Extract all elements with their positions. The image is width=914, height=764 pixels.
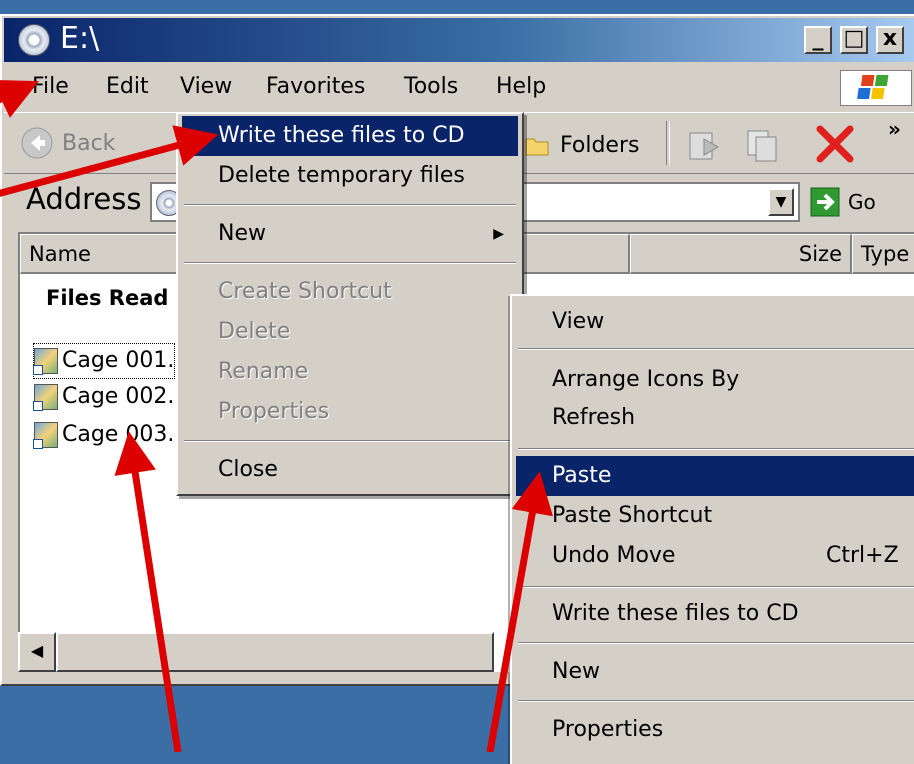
menu-help[interactable]: Help: [496, 74, 546, 99]
context-menu-arrange-icons[interactable]: Arrange Icons By: [516, 360, 914, 400]
go-arrow-icon: [810, 187, 840, 217]
image-file-icon: [33, 348, 58, 375]
maximize-button[interactable]: □: [840, 26, 868, 54]
file-item[interactable]: Cage 003.: [33, 418, 175, 452]
back-arrow-icon: [21, 127, 53, 159]
menu-edit[interactable]: Edit: [106, 74, 149, 99]
file-menu-dropdown: Write these files to CD Delete temporary…: [176, 112, 524, 496]
file-item[interactable]: Cage 001.: [32, 343, 176, 379]
move-to-button[interactable]: [684, 125, 724, 171]
menu-favorites[interactable]: Favorites: [266, 74, 365, 99]
group-header-files-ready: Files Read: [46, 286, 169, 310]
file-menu-properties: Properties: [218, 399, 330, 424]
menu-separator: [518, 642, 914, 644]
menu-separator: [518, 586, 914, 588]
context-menu-properties[interactable]: Properties: [516, 710, 914, 750]
folders-label: Folders: [560, 132, 640, 158]
horizontal-scrollbar[interactable]: ◀: [18, 632, 494, 672]
copy-to-button[interactable]: [744, 125, 784, 171]
submenu-arrow-icon: ▶: [493, 226, 504, 242]
go-label: Go: [848, 190, 876, 214]
menu-separator: [184, 440, 516, 442]
move-to-icon: [689, 132, 720, 160]
delete-button[interactable]: [812, 121, 858, 173]
file-menu-rename: Rename: [218, 359, 309, 384]
folders-button[interactable]: Folders: [524, 125, 639, 165]
menu-tools[interactable]: Tools: [404, 74, 458, 99]
menu-separator: [518, 448, 914, 450]
scroll-thumb[interactable]: [56, 632, 494, 672]
undo-shortcut-label: Ctrl+Z: [826, 543, 899, 568]
menu-view[interactable]: View: [180, 74, 232, 99]
context-menu-new[interactable]: New: [516, 652, 914, 692]
back-label: Back: [62, 130, 116, 156]
window-title: E:\: [60, 21, 100, 56]
close-window-button[interactable]: x: [876, 26, 904, 54]
go-button[interactable]: Go: [810, 184, 876, 220]
address-label: Address: [26, 182, 142, 216]
maximize-icon: □: [843, 26, 865, 51]
menu-separator: [184, 204, 516, 206]
file-name: Cage 001.: [62, 348, 175, 373]
menu-separator: [184, 262, 516, 264]
back-button[interactable]: Back: [20, 123, 115, 163]
address-dropdown-button[interactable]: ▼: [768, 188, 794, 216]
menu-file[interactable]: File: [32, 74, 69, 99]
delete-x-icon: [816, 125, 854, 163]
toolbar-separator: [666, 121, 670, 165]
column-header-type[interactable]: Type: [852, 234, 914, 274]
context-menu: View Arrange Icons By Refresh Paste Past…: [510, 294, 914, 764]
file-menu-write-to-cd[interactable]: Write these files to CD: [182, 116, 518, 156]
context-menu-paste[interactable]: Paste: [516, 456, 914, 496]
toolbar-chevron-button[interactable]: »: [888, 117, 901, 141]
windows-logo-icon: [840, 70, 912, 106]
close-icon: x: [882, 26, 898, 51]
title-bar[interactable]: E:\ _ □ x: [4, 18, 914, 62]
context-menu-paste-shortcut[interactable]: Paste Shortcut: [516, 496, 914, 536]
image-file-icon: [33, 422, 58, 449]
file-menu-delete: Delete: [218, 319, 291, 344]
file-item[interactable]: Cage 002.: [33, 380, 175, 414]
file-menu-delete-temporary[interactable]: Delete temporary files: [182, 156, 518, 196]
minimize-button[interactable]: _: [804, 26, 832, 54]
file-name: Cage 002.: [62, 384, 175, 409]
folder-icon: [525, 138, 549, 156]
file-menu-close[interactable]: Close: [182, 450, 518, 490]
file-menu-new[interactable]: New ▶: [182, 214, 518, 254]
scroll-left-button[interactable]: ◀: [18, 632, 56, 672]
menu-separator: [518, 700, 914, 702]
copy-to-icon: [747, 130, 777, 162]
context-menu-write-to-cd[interactable]: Write these files to CD: [516, 594, 914, 634]
file-menu-create-shortcut: Create Shortcut: [218, 279, 392, 304]
context-menu-view[interactable]: View: [516, 302, 914, 342]
menu-bar: File Edit View Favorites Tools Help: [4, 66, 914, 110]
context-menu-refresh[interactable]: Refresh: [516, 398, 914, 438]
context-menu-undo-move[interactable]: Undo Move Ctrl+Z: [516, 536, 914, 576]
column-header-size[interactable]: Size: [630, 234, 852, 274]
menu-separator: [518, 348, 914, 350]
file-name: Cage 003.: [62, 422, 175, 447]
cd-drive-icon: [18, 24, 50, 56]
image-file-icon: [33, 384, 58, 411]
minimize-icon: _: [812, 26, 824, 51]
